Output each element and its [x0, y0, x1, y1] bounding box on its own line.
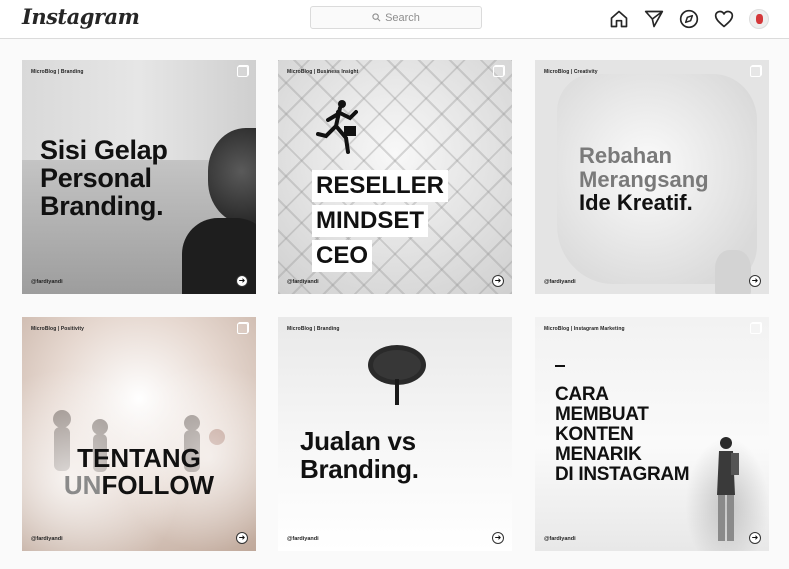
search-placeholder: Search	[385, 11, 420, 24]
post-title-line: Sisi Gelap	[40, 135, 168, 165]
post-title: Sisi Gelap Personal Branding.	[40, 136, 168, 220]
post-tile-sisi-gelap[interactable]: MicroBlog | Branding Sisi Gelap Personal…	[22, 60, 256, 294]
explore-icon[interactable]	[677, 7, 701, 31]
post-handle: @fardiyandi	[31, 279, 63, 285]
post-title-line-2: Merangsang	[579, 167, 709, 192]
post-tile-reseller-mindset[interactable]: MicroBlog | Business Insight RESELLER MI…	[278, 60, 512, 294]
post-title-line: Branding.	[40, 191, 164, 221]
hand-photo	[715, 250, 751, 294]
post-title-line: UNFOLLOW	[22, 470, 256, 501]
nav-icons	[607, 7, 771, 31]
title-dash	[555, 365, 565, 367]
multiple-images-icon	[493, 66, 504, 77]
post-title-line: CEO	[312, 240, 373, 272]
arrow-right-icon: ➜	[492, 275, 504, 287]
post-series-label: MicroBlog | Instagram Marketing	[544, 326, 625, 332]
search-icon	[372, 13, 381, 22]
multiple-images-icon	[237, 323, 248, 334]
post-title-line: KONTEN	[555, 424, 634, 445]
post-handle: @fardiyandi	[544, 279, 576, 285]
arrow-right-icon: ➜	[749, 532, 761, 544]
post-title-line: Jualan vs	[300, 426, 416, 456]
post-series-label: MicroBlog | Creativity	[544, 69, 598, 75]
post-title-line-3: Ide Kreatif.	[579, 190, 693, 215]
post-tile-tentang-unfollow[interactable]: MicroBlog | Positivity TENTANG UNFOLLOW …	[22, 317, 256, 551]
post-title-line: MINDSET	[312, 205, 428, 237]
search-input[interactable]: Search	[310, 6, 482, 29]
arrow-right-icon: ➜	[236, 532, 248, 544]
direct-icon[interactable]	[642, 7, 666, 31]
post-tile-rebahan[interactable]: MicroBlog | Creativity Rebahan Merangsan…	[535, 60, 769, 294]
post-title-line: Rebahan Merangsang	[579, 144, 709, 192]
avatar	[749, 9, 769, 29]
post-tile-cara-membuat-konten[interactable]: MicroBlog | Instagram Marketing CARA MEM…	[535, 317, 769, 551]
post-title: CARA MEMBUAT KONTEN MENARIK DI INSTAGRAM	[555, 384, 690, 485]
profile-avatar[interactable]	[747, 7, 771, 31]
post-title-line: Branding.	[300, 454, 419, 484]
activity-heart-icon[interactable]	[712, 7, 736, 31]
post-title-highlight: UN	[63, 470, 102, 500]
instagram-logo[interactable]: Instagram	[22, 4, 140, 29]
man-silhouette	[717, 437, 739, 541]
post-series-label: MicroBlog | Business Insight	[287, 69, 359, 75]
post-title-line: CARA	[555, 384, 609, 405]
multiple-images-icon	[237, 66, 248, 77]
post-series-label: MicroBlog | Branding	[31, 69, 84, 75]
home-icon[interactable]	[607, 7, 631, 31]
multiple-images-icon	[750, 66, 761, 77]
arrow-right-icon: ➜	[492, 532, 504, 544]
post-handle: @fardiyandi	[31, 536, 63, 542]
smoke-overlay	[22, 317, 256, 551]
post-series-label: MicroBlog | Branding	[287, 326, 340, 332]
tree-photo	[368, 345, 426, 405]
arrow-right-icon: ➜	[749, 275, 761, 287]
post-title-rest: FOLLOW	[101, 470, 215, 500]
post-title-line-1: Rebahan	[579, 143, 672, 168]
post-title-line: DI INSTAGRAM	[555, 464, 690, 485]
post-title-line: RESELLER	[312, 170, 449, 202]
post-handle: @fardiyandi	[544, 536, 576, 542]
post-title: Jualan vs Branding.	[300, 427, 419, 483]
multiple-images-icon	[750, 323, 761, 334]
runner-silhouette	[316, 100, 358, 154]
post-handle: @fardiyandi	[287, 279, 319, 285]
top-navigation-bar: Instagram Search	[0, 0, 789, 39]
post-tile-jualan-vs-branding[interactable]: MicroBlog | Branding Jualan vs Branding.…	[278, 317, 512, 551]
post-handle: @fardiyandi	[287, 536, 319, 542]
arrow-right-icon: ➜	[236, 275, 248, 287]
post-series-label: MicroBlog | Positivity	[31, 326, 85, 332]
post-title-line: MEMBUAT	[555, 404, 649, 425]
post-title-line: Personal	[40, 163, 152, 193]
post-title-line: MENARIK	[555, 444, 642, 465]
